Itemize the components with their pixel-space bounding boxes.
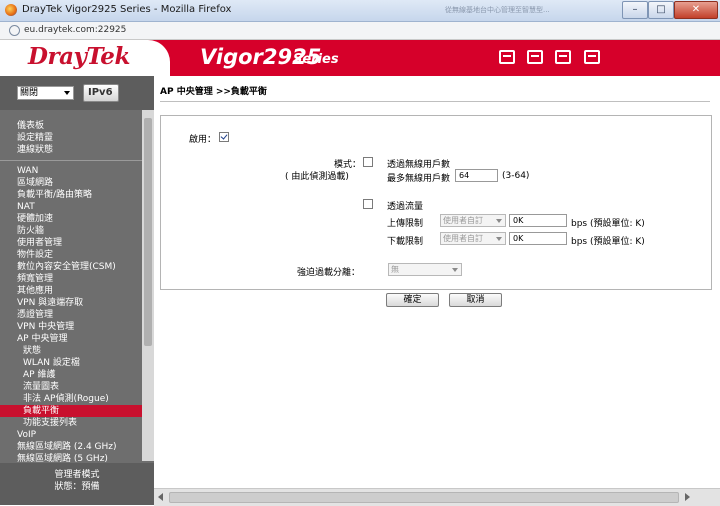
sidebar-item[interactable]: VPN 與遠端存取 <box>0 297 142 309</box>
sidebar-subitem[interactable]: 流量圖表 <box>0 381 142 393</box>
sidebar-divider <box>0 160 142 161</box>
sidebar: 關閉 IPv6 儀表板 設定精靈 連線狀態 WAN 區域網路 負載平衡/路由策略 NA… <box>0 76 154 505</box>
draytek-logo: DrayTek <box>28 43 130 70</box>
sidebar-item[interactable]: WAN <box>0 165 142 177</box>
download-limit-select-value: 使用者自訂 <box>443 234 483 243</box>
chevron-down-icon <box>496 237 502 241</box>
sidebar-item[interactable]: 硬體加速 <box>0 213 142 225</box>
sidebar-item[interactable]: 其他應用 <box>0 285 142 297</box>
force-disassociation-select-value: 無 <box>391 265 399 274</box>
sidebar-subitem[interactable]: WLAN 設定檔 <box>0 357 142 369</box>
logout-icon[interactable] <box>584 50 600 64</box>
sidebar-item-dashboard[interactable]: 儀表板 <box>0 120 142 132</box>
cancel-button[interactable]: 取消 <box>449 293 502 307</box>
sidebar-subitem[interactable]: 負載平衡 <box>0 405 142 417</box>
download-limit-unit: bps (預設單位: K) <box>571 237 645 247</box>
sidebar-item[interactable]: 數位內容安全管理(CSM) <box>0 261 142 273</box>
max-users-label: 最多無線用戶數 <box>387 174 451 184</box>
sidebar-item[interactable]: NAT <box>0 201 142 213</box>
sidebar-top: 關閉 IPv6 <box>0 76 154 110</box>
sidebar-subitem[interactable]: 狀態 <box>0 345 142 357</box>
mode-sub-label: ( 由此偵測過載) <box>285 172 349 182</box>
close-button[interactable]: ✕ <box>674 1 718 19</box>
settings-sliders-icon[interactable] <box>527 50 543 64</box>
sidebar-item[interactable]: 頻寬管理 <box>0 273 142 285</box>
sidebar-subitem[interactable]: AP 維護 <box>0 369 142 381</box>
save-icon[interactable] <box>555 50 571 64</box>
address-bar[interactable]: eu.draytek.com:22925 <box>0 22 720 40</box>
by-users-label: 透過無線用戶數 <box>387 160 451 170</box>
upload-limit-label: 上傳限制 <box>387 219 424 229</box>
breadcrumb: AP 中央管理 >>負載平衡 <box>160 87 267 97</box>
scroll-right-icon[interactable] <box>685 493 690 501</box>
sidebar-item-online-status[interactable]: 連線狀態 <box>0 144 142 156</box>
logo-area: DrayTek <box>0 40 170 76</box>
load-balance-form: 啟用： 模式： ( 由此偵測過載) 透過無線用戶數 最多無線用戶數 64 (3-… <box>160 115 712 290</box>
sidebar-item[interactable]: 無線區域網路 (2.4 GHz) <box>0 441 142 453</box>
enable-checkbox[interactable] <box>219 132 229 142</box>
upload-limit-select-value: 使用者自訂 <box>443 216 483 225</box>
max-users-range: (3-64) <box>502 171 530 181</box>
sidebar-item[interactable]: 負載平衡/路由策略 <box>0 189 142 201</box>
ipv6-button[interactable]: IPv6 <box>83 84 119 102</box>
url-text[interactable]: eu.draytek.com:22925 <box>24 25 126 35</box>
sidebar-item[interactable]: VoIP <box>0 429 142 441</box>
main-content: AP 中央管理 >>負載平衡 啟用： 模式： ( 由此偵測過載) 透過無線用戶數… <box>154 76 720 505</box>
ok-button[interactable]: 確定 <box>386 293 439 307</box>
scroll-left-icon[interactable] <box>158 493 163 501</box>
force-disassociation-label: 強迫過載分離： <box>297 268 361 278</box>
sidebar-item-wizards[interactable]: 設定精靈 <box>0 132 142 144</box>
language-select[interactable]: 關閉 <box>17 86 74 100</box>
minimize-button[interactable]: – <box>622 1 648 19</box>
upload-limit-unit: bps (預設單位: K) <box>571 219 645 229</box>
maximize-button[interactable]: □ <box>648 1 674 19</box>
sidebar-item[interactable]: 物件設定 <box>0 249 142 261</box>
sidebar-footer: 管理者模式 狀態：預備 <box>0 463 154 505</box>
window-title: DrayTek Vigor2925 Series - Mozilla Firef… <box>22 4 232 15</box>
chevron-down-icon <box>64 91 70 95</box>
globe-icon <box>9 25 20 36</box>
model-series: Series <box>293 52 339 67</box>
firefox-icon <box>5 4 17 16</box>
by-traffic-label: 透過流量 <box>387 202 424 212</box>
upload-limit-input[interactable]: 0K <box>509 214 567 227</box>
sidebar-item[interactable]: VPN 中央管理 <box>0 321 142 333</box>
force-disassociation-select[interactable]: 無 <box>388 263 462 276</box>
upload-limit-select[interactable]: 使用者自訂 <box>440 214 506 227</box>
sidebar-item[interactable]: 憑證管理 <box>0 309 142 321</box>
browser-title-bar: DrayTek Vigor2925 Series - Mozilla Firef… <box>0 0 720 22</box>
sidebar-menu: 儀表板 設定精靈 連線狀態 WAN 區域網路 負載平衡/路由策略 NAT 硬體加速 防火牆… <box>0 120 142 465</box>
admin-mode-text: 管理者模式 <box>54 470 100 480</box>
breadcrumb-divider <box>160 101 710 102</box>
enable-label: 啟用： <box>189 135 217 145</box>
language-select-value: 關閉 <box>20 88 39 98</box>
by-users-checkbox[interactable] <box>363 157 373 167</box>
sidebar-item[interactable]: AP 中央管理 <box>0 333 142 345</box>
download-limit-select[interactable]: 使用者自訂 <box>440 232 506 245</box>
sidebar-item[interactable]: 防火牆 <box>0 225 142 237</box>
horizontal-scrollbar-thumb[interactable] <box>169 492 679 503</box>
menu-icon[interactable] <box>499 50 515 64</box>
sidebar-scrollbar-thumb[interactable] <box>144 118 152 346</box>
by-traffic-checkbox[interactable] <box>363 199 373 209</box>
background-tab[interactable]: 從無線基地台中心管理至智慧型... <box>445 5 610 16</box>
sidebar-item[interactable]: 使用者管理 <box>0 237 142 249</box>
chevron-down-icon <box>496 219 502 223</box>
download-limit-input[interactable]: 0K <box>509 232 567 245</box>
sidebar-scrollbar[interactable] <box>142 110 154 461</box>
max-users-input[interactable]: 64 <box>455 169 498 182</box>
sidebar-item[interactable]: 區域網路 <box>0 177 142 189</box>
sidebar-subitem[interactable]: 非法 AP偵測(Rogue) <box>0 393 142 405</box>
download-limit-label: 下載限制 <box>387 237 424 247</box>
horizontal-scrollbar[interactable] <box>154 488 720 506</box>
status-text: 狀態：預備 <box>54 482 100 492</box>
router-banner: DrayTek Vigor2925 Series <box>0 40 720 76</box>
sidebar-subitem[interactable]: 功能支援列表 <box>0 417 142 429</box>
chevron-down-icon <box>452 268 458 272</box>
